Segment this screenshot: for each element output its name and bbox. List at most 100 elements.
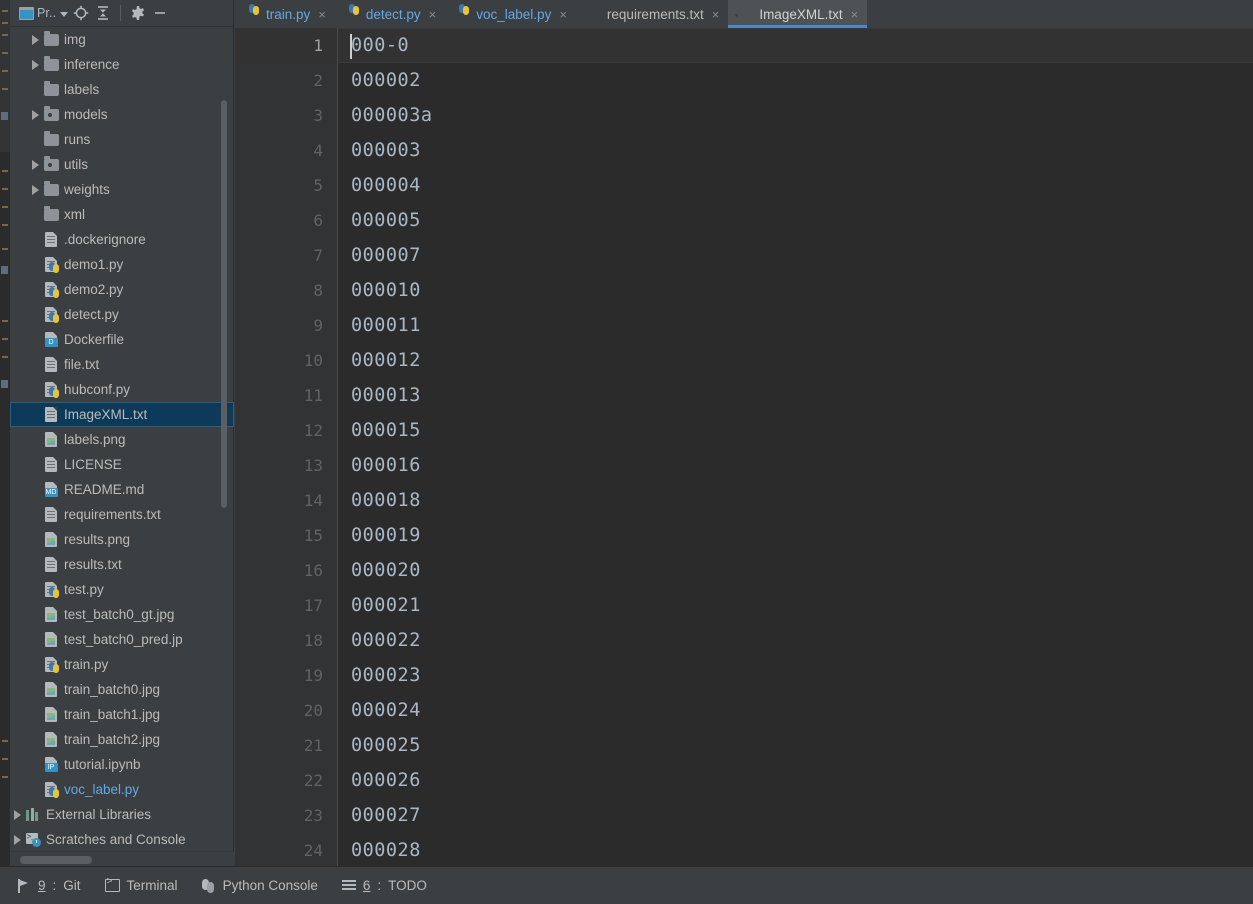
sidebar-item-hubconf-py[interactable]: hubconf.py xyxy=(10,377,234,402)
sidebar-item-voc-label-py[interactable]: voc_label.py xyxy=(10,777,234,802)
project-view-selector[interactable]: Pr.. xyxy=(15,2,70,24)
expand-arrow-icon[interactable] xyxy=(28,109,42,120)
tab-imagexml-txt[interactable]: ImageXML.txt × xyxy=(728,0,868,28)
code-line[interactable]: 000004 xyxy=(338,168,1253,203)
sidebar-item-train-batch0-jpg[interactable]: train_batch0.jpg xyxy=(10,677,234,702)
sidebar-item-weights[interactable]: weights xyxy=(10,177,234,202)
expand-arrow-icon[interactable] xyxy=(28,34,42,45)
code-line[interactable]: 000028 xyxy=(338,833,1253,868)
statusbar-git[interactable]: 9: Git xyxy=(0,878,93,893)
expand-arrow-icon[interactable] xyxy=(28,59,42,70)
code-text-area[interactable]: 000-0 000002 000003a 000003 000004 000005 0000… xyxy=(338,28,1253,866)
sidebar-item-label: inference xyxy=(64,57,120,72)
expand-arrow-icon[interactable] xyxy=(28,184,42,195)
sidebar-item-dockerfile[interactable]: D Dockerfile xyxy=(10,327,234,352)
sidebar-item-test-py[interactable]: test.py xyxy=(10,577,234,602)
minimize-icon xyxy=(155,12,166,14)
code-line[interactable]: 000024 xyxy=(338,693,1253,728)
code-line[interactable]: 000013 xyxy=(338,378,1253,413)
project-tree-vertical-scrollbar[interactable] xyxy=(221,100,227,508)
code-line[interactable]: 000003 xyxy=(338,133,1253,168)
tab-train-py[interactable]: train.py × xyxy=(235,0,335,28)
code-line[interactable]: 000019 xyxy=(338,518,1253,553)
code-line-text: 000022 xyxy=(351,630,421,651)
hide-panel-button[interactable] xyxy=(149,2,171,24)
sidebar-item-utils[interactable]: utils xyxy=(10,152,234,177)
close-icon[interactable]: × xyxy=(429,8,437,21)
scroll-from-source-button[interactable] xyxy=(70,2,92,24)
code-line[interactable]: 000020 xyxy=(338,553,1253,588)
close-icon[interactable]: × xyxy=(851,8,859,21)
image-file-icon xyxy=(45,707,57,722)
code-line[interactable]: 000016 xyxy=(338,448,1253,483)
sidebar-item-results-txt[interactable]: results.txt xyxy=(10,552,234,577)
sidebar-item-detect-py[interactable]: detect.py xyxy=(10,302,234,327)
statusbar-todo[interactable]: 6: TODO xyxy=(330,878,439,893)
sidebar-item-dockerignore[interactable]: .dockerignore xyxy=(10,227,234,252)
sidebar-item-models[interactable]: models xyxy=(10,102,234,127)
code-line[interactable]: 000005 xyxy=(338,203,1253,238)
project-tree-scroll[interactable]: img inference labels models runs utils weights… xyxy=(10,27,234,851)
sidebar-item-imagexml-txt[interactable]: ImageXML.txt xyxy=(10,402,234,427)
code-line[interactable]: 000027 xyxy=(338,798,1253,833)
sidebar-item-scratches-and-console[interactable]: >_ Scratches and Console xyxy=(10,827,234,851)
line-number: 9 xyxy=(313,316,323,335)
sidebar-item-label: test.py xyxy=(64,582,104,597)
code-line[interactable]: 000023 xyxy=(338,658,1253,693)
code-line[interactable]: 000010 xyxy=(338,273,1253,308)
terminal-icon xyxy=(104,877,120,892)
sidebar-item-external-libraries[interactable]: External Libraries xyxy=(10,802,234,827)
sidebar-item-license[interactable]: LICENSE xyxy=(10,452,234,477)
sidebar-item-img[interactable]: img xyxy=(10,27,234,52)
sidebar-item-inference[interactable]: inference xyxy=(10,52,234,77)
sliver-text-line xyxy=(2,338,8,340)
expand-arrow-icon[interactable] xyxy=(10,809,24,820)
sidebar-item-runs[interactable]: runs xyxy=(10,127,234,152)
sidebar-item-readme-md[interactable]: MD README.md xyxy=(10,477,234,502)
collapse-all-button[interactable] xyxy=(92,2,114,24)
project-tree-horizontal-scrollbar[interactable] xyxy=(10,851,234,866)
code-line[interactable]: 000021 xyxy=(338,588,1253,623)
sidebar-item-results-png[interactable]: results.png xyxy=(10,527,234,552)
sidebar-item-requirements-txt[interactable]: requirements.txt xyxy=(10,502,234,527)
source-folder-icon xyxy=(43,105,59,121)
code-line[interactable]: 000026 xyxy=(338,763,1253,798)
sidebar-item-demo2-py[interactable]: demo2.py xyxy=(10,277,234,302)
sidebar-item-test-batch0-pred-jp[interactable]: test_batch0_pred.jp xyxy=(10,627,234,652)
close-icon[interactable]: × xyxy=(559,8,567,21)
sidebar-item-train-batch1-jpg[interactable]: train_batch1.jpg xyxy=(10,702,234,727)
code-line[interactable]: 000012 xyxy=(338,343,1253,378)
python-console-icon xyxy=(201,878,216,893)
close-icon[interactable]: × xyxy=(712,8,720,21)
code-line[interactable]: 000-0 xyxy=(338,28,1253,63)
expand-arrow-icon[interactable] xyxy=(28,159,42,170)
sidebar-item-tutorial-ipynb[interactable]: IP tutorial.ipynb xyxy=(10,752,234,777)
sidebar-item-xml[interactable]: xml xyxy=(10,202,234,227)
sidebar-item-train-py[interactable]: train.py xyxy=(10,652,234,677)
code-line[interactable]: 000025 xyxy=(338,728,1253,763)
statusbar-python-console[interactable]: Python Console xyxy=(190,878,330,893)
statusbar-terminal[interactable]: Terminal xyxy=(93,877,190,893)
close-icon[interactable]: × xyxy=(318,8,326,21)
sidebar-item-labels[interactable]: labels xyxy=(10,77,234,102)
sidebar-item-train-batch2-jpg[interactable]: train_batch2.jpg xyxy=(10,727,234,752)
tab-requirements-txt[interactable]: requirements.txt × xyxy=(576,0,728,28)
sidebar-item-test-batch0-gt-jpg[interactable]: test_batch0_gt.jpg xyxy=(10,602,234,627)
settings-button[interactable] xyxy=(127,2,149,24)
code-line[interactable]: 000018 xyxy=(338,483,1253,518)
line-number: 18 xyxy=(303,631,323,650)
scrollbar-thumb[interactable] xyxy=(20,856,92,864)
code-line[interactable]: 000007 xyxy=(338,238,1253,273)
tab-voc-label-py[interactable]: voc_label.py × xyxy=(445,0,576,28)
expand-arrow-icon[interactable] xyxy=(10,834,24,845)
external-libraries-icon xyxy=(26,808,40,821)
code-line[interactable]: 000015 xyxy=(338,413,1253,448)
sidebar-item-labels-png[interactable]: labels.png xyxy=(10,427,234,452)
sidebar-item-file-txt[interactable]: file.txt xyxy=(10,352,234,377)
code-line[interactable]: 000022 xyxy=(338,623,1253,658)
code-line[interactable]: 000002 xyxy=(338,63,1253,98)
tab-detect-py[interactable]: detect.py × xyxy=(335,0,445,28)
code-line[interactable]: 000011 xyxy=(338,308,1253,343)
code-line[interactable]: 000003a xyxy=(338,98,1253,133)
sidebar-item-demo1-py[interactable]: demo1.py xyxy=(10,252,234,277)
